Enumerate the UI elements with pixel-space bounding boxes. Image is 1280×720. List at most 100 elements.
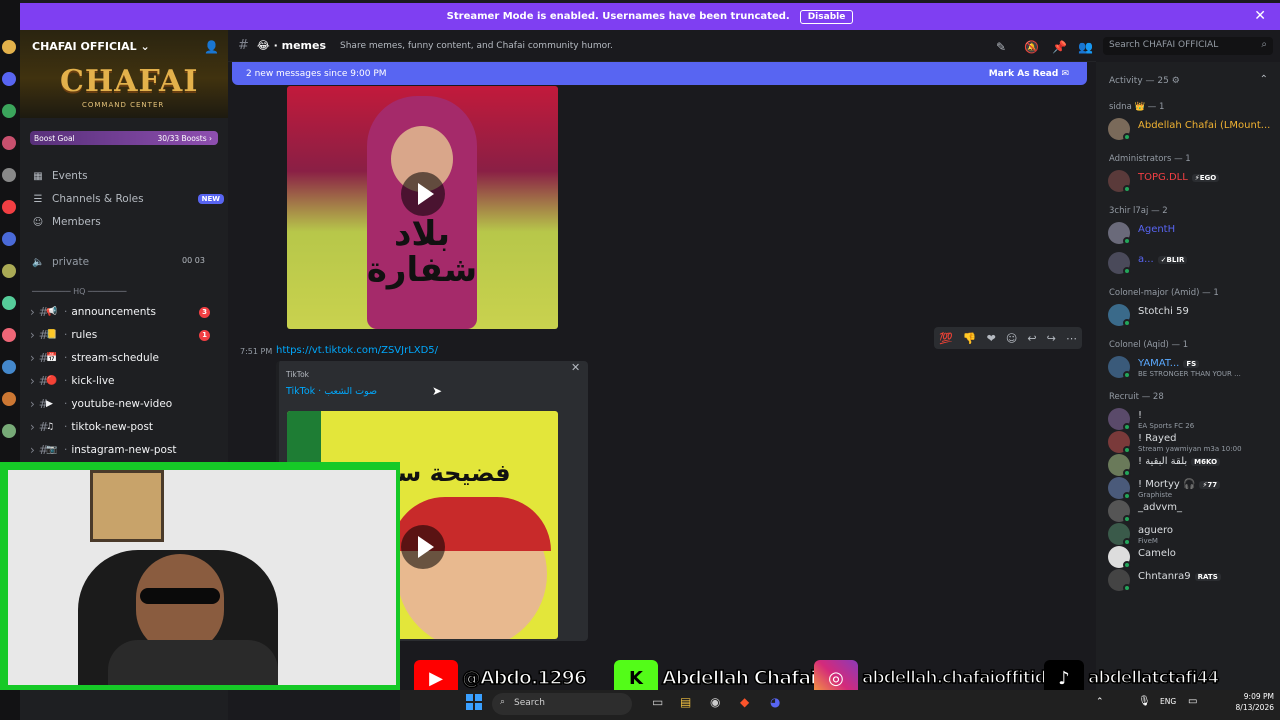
- more-icon[interactable]: ⋯: [1066, 332, 1077, 345]
- search-icon: ⌕: [500, 697, 506, 707]
- network-icon[interactable]: ▭: [1188, 696, 1197, 707]
- mic-icon[interactable]: 🎙: [1138, 696, 1151, 707]
- server-name[interactable]: CHAFAI OFFICIAL ⌄: [32, 40, 150, 53]
- channel-youtube-new-video[interactable]: › # ▶ · youtube-new-video: [30, 395, 218, 413]
- mark-as-read-button[interactable]: Mark As Read ✉: [989, 69, 1069, 79]
- member-item[interactable]: Abdellah Chafai (LMount...: [1108, 116, 1276, 142]
- member-name: YAMAT... FS: [1138, 358, 1200, 369]
- member-item[interactable]: AgentH: [1108, 220, 1276, 246]
- member-name: ! بلقة البقية M6KO: [1138, 456, 1221, 467]
- channel-emoji-icon: 📷: [46, 445, 58, 455]
- channel-instagram-new-post[interactable]: › # 📷 · instagram-new-post: [30, 441, 218, 459]
- notifications-icon[interactable]: 🔕: [1024, 40, 1039, 54]
- channel-emoji-icon: ♫: [46, 422, 55, 432]
- member-item[interactable]: a... ✓BLIR: [1108, 250, 1276, 276]
- server-icon[interactable]: [2, 328, 16, 342]
- channel-emoji-icon: 🔴: [46, 376, 58, 386]
- status-indicator: [1123, 319, 1131, 327]
- file-explorer-icon[interactable]: ▤: [680, 695, 691, 709]
- activity-header[interactable]: Activity — 25 ⚙: [1109, 76, 1180, 86]
- member-name: Abdellah Chafai (LMount...: [1138, 120, 1271, 131]
- new-messages-bar[interactable]: 2 new messages since 9:00 PM Mark As Rea…: [232, 62, 1087, 85]
- taskbar-search[interactable]: ⌕ Search: [492, 693, 632, 715]
- server-icon[interactable]: [2, 168, 16, 182]
- hash-icon: › #: [30, 351, 49, 365]
- member-name: !: [1138, 410, 1143, 421]
- add-reaction-icon[interactable]: ☺: [1006, 332, 1017, 345]
- server-icon[interactable]: [2, 424, 16, 438]
- server-icon[interactable]: [2, 200, 16, 214]
- server-icon[interactable]: [2, 232, 16, 246]
- channel-label: instagram-new-post: [71, 444, 177, 456]
- brave-icon[interactable]: ◆: [740, 695, 749, 709]
- server-icon[interactable]: [2, 296, 16, 310]
- server-icon[interactable]: [2, 264, 16, 278]
- task-view-icon[interactable]: ▭: [652, 695, 663, 709]
- reaction-thumbsdown-icon[interactable]: 👎: [963, 332, 977, 345]
- status-indicator: [1123, 371, 1131, 379]
- member-item[interactable]: TOPG.DLL ⚡EGO: [1108, 168, 1276, 194]
- server-icon[interactable]: [2, 72, 16, 86]
- threads-icon[interactable]: ✎: [996, 40, 1006, 54]
- server-logo: CHAFAI: [60, 64, 199, 99]
- disable-button[interactable]: Disable: [799, 9, 854, 24]
- discord-icon[interactable]: ◕: [770, 695, 780, 709]
- channel-topic[interactable]: Share memes, funny content, and Chafai c…: [340, 41, 613, 51]
- channel-announcements[interactable]: › # 📢 · announcements 3: [30, 303, 218, 321]
- member-activity: BE STRONGER THAN YOUR ...: [1138, 370, 1241, 378]
- channel-rules[interactable]: › # 📒 · rules 1: [30, 326, 218, 344]
- server-icon[interactable]: [2, 40, 16, 54]
- members-icon: ☺: [32, 216, 44, 228]
- message-timestamp: 7:51 PM: [240, 347, 273, 356]
- channel-tiktok-new-post[interactable]: › # ♫ · tiktok-new-post: [30, 418, 218, 436]
- server-icon[interactable]: [2, 104, 16, 118]
- collapse-icon[interactable]: ⌃: [1260, 74, 1268, 85]
- embed-title[interactable]: TikTok · صوت الشعب: [286, 386, 377, 397]
- server-icon[interactable]: [2, 136, 16, 150]
- reply-icon[interactable]: ↩: [1027, 332, 1036, 345]
- boost-goal-bar[interactable]: Boost Goal 30/33 Boosts ›: [30, 131, 218, 145]
- invite-icon[interactable]: 👤: [204, 40, 219, 54]
- tray-chevron-icon[interactable]: ⌃: [1096, 697, 1104, 707]
- language-indicator[interactable]: ENG: [1160, 697, 1176, 706]
- channels-roles-nav[interactable]: ☰ Channels & Roles NEW: [32, 193, 228, 205]
- forward-icon[interactable]: ↪: [1047, 332, 1056, 345]
- events-nav[interactable]: ▦ Events: [32, 170, 87, 182]
- member-item[interactable]: YAMAT... FS BE STRONGER THAN YOUR ...: [1108, 354, 1276, 380]
- taskbar-clock[interactable]: 9:09 PM 8/13/2026: [1218, 691, 1274, 713]
- video-embed[interactable]: بلاد شفارة: [287, 86, 558, 329]
- channel-emoji-icon: 📅: [46, 353, 58, 363]
- member-name: Stotchi 59: [1138, 306, 1189, 317]
- member-name: _advvm_: [1138, 502, 1183, 513]
- server-icon[interactable]: [2, 392, 16, 406]
- play-icon[interactable]: [401, 172, 445, 216]
- channel-kick-live[interactable]: › # 🔴 · kick-live: [30, 372, 218, 390]
- channel-label: youtube-new-video: [71, 398, 173, 410]
- member-name: a... ✓BLIR: [1138, 254, 1188, 265]
- reaction-heart-icon[interactable]: ❤: [987, 332, 996, 345]
- server-icon[interactable]: [2, 360, 16, 374]
- close-icon[interactable]: ✕: [1254, 8, 1266, 24]
- pin-icon[interactable]: 📌: [1052, 40, 1067, 54]
- member-tag: M6KO: [1191, 458, 1221, 466]
- search-input[interactable]: Search CHAFAI OFFICIAL ⌕: [1103, 37, 1273, 55]
- start-icon[interactable]: [466, 694, 482, 710]
- category-hq[interactable]: ──────── HQ ────────: [32, 287, 126, 296]
- channel-stream-schedule[interactable]: › # 📅 · stream-schedule: [30, 349, 218, 367]
- server-banner[interactable]: CHAFAI OFFICIAL ⌄ 👤 CHAFAI COMMAND CENTE…: [20, 30, 228, 118]
- streamer-mode-banner: Streamer Mode is enabled. Usernames have…: [20, 3, 1280, 30]
- close-icon[interactable]: ✕: [571, 361, 580, 374]
- message-link[interactable]: https://vt.tiktok.com/ZSVJrLXD5/: [276, 345, 438, 356]
- reaction-100-icon[interactable]: 💯: [939, 332, 953, 345]
- member-item[interactable]: Chntanra9 RATS: [1108, 567, 1276, 593]
- private-voice-channel[interactable]: 🔈 private: [32, 256, 89, 268]
- member-item[interactable]: Stotchi 59: [1108, 302, 1276, 328]
- status-indicator: [1123, 584, 1131, 592]
- status-indicator: [1123, 133, 1131, 141]
- members-nav[interactable]: ☺ Members: [32, 216, 101, 228]
- app-icon[interactable]: ◉: [710, 695, 720, 709]
- member-list-icon[interactable]: 👥: [1078, 40, 1093, 54]
- play-icon[interactable]: [401, 525, 445, 569]
- member-name: Chntanra9 RATS: [1138, 571, 1221, 582]
- speaker-icon: 🔈: [32, 256, 45, 268]
